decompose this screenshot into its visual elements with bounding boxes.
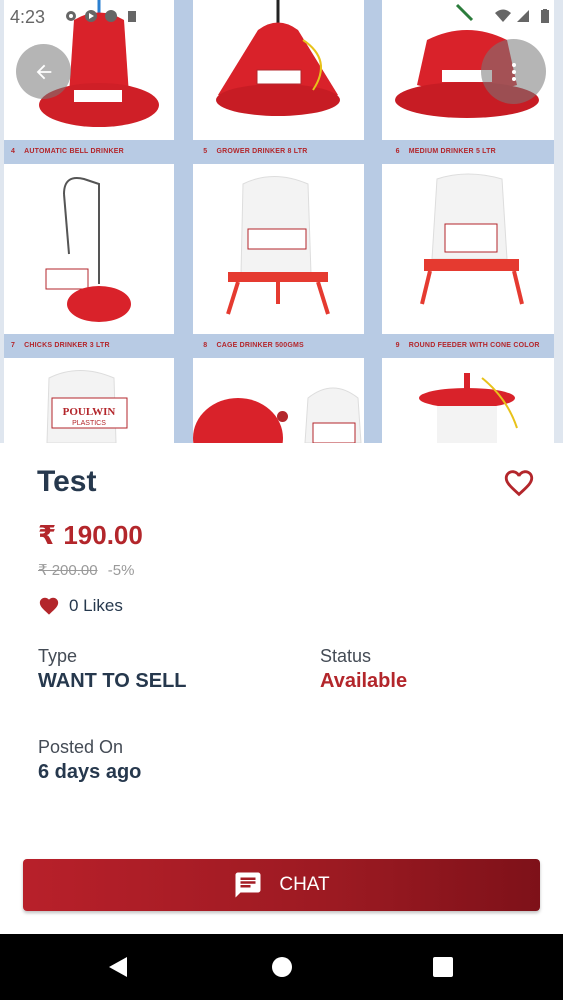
heart-outline-icon <box>504 470 534 497</box>
chat-button-label: CHAT <box>279 874 330 895</box>
original-price: ₹ 200.00 <box>38 562 98 579</box>
status-value: Available <box>320 670 408 692</box>
product-photo-chicks-drinker <box>4 164 174 334</box>
chat-icon <box>235 872 261 898</box>
arrow-back-icon <box>36 64 51 79</box>
product-photo-cage-drinker <box>193 164 364 334</box>
system-navigation-bar <box>0 934 563 1000</box>
product-title: Test <box>37 465 97 498</box>
catalog-image: 4 Automatic Bell Drinker 5 Grower Drinke… <box>4 0 554 443</box>
settings-icon <box>66 11 76 21</box>
nav-back-button[interactable] <box>88 934 148 1000</box>
caption-number: 6 <box>395 148 400 155</box>
original-price-row: ₹ 200.00 -5% <box>38 561 134 579</box>
chat-button[interactable]: CHAT <box>23 859 540 911</box>
posted-on-label: Posted On <box>38 737 124 757</box>
likes-row: 0 Likes <box>38 595 123 617</box>
caption-text: Round Feeder with Cone Color <box>408 342 540 349</box>
product-photo-round-feeder <box>382 164 554 334</box>
caption-text: Grower Drinker 8 Ltr <box>216 148 308 155</box>
caption-text: Automatic Bell Drinker <box>24 148 124 155</box>
caption-text: Cage Drinker 500Gms <box>216 342 304 349</box>
wifi-icon <box>495 9 511 22</box>
product-price: ₹ 190.00 <box>38 520 143 550</box>
discount-badge: -5% <box>107 562 135 579</box>
posted-on-value: 6 days ago <box>38 761 142 783</box>
caption-text: Chicks Drinker 3 Ltr <box>24 342 110 349</box>
carousel-indicator-dot[interactable] <box>277 411 288 422</box>
nav-back-icon <box>109 957 127 977</box>
status-time: 4:23 <box>10 7 46 27</box>
sd-card-icon <box>128 11 136 22</box>
status-label: Status <box>320 646 372 666</box>
caption-text: Medium Drinker 5 Ltr <box>408 148 496 155</box>
caption-number: 5 <box>203 148 208 155</box>
product-photo-feeder-cone <box>382 358 554 443</box>
caption-number: 9 <box>395 342 400 349</box>
nav-recents-icon <box>433 957 453 977</box>
caption-number: 4 <box>10 148 16 155</box>
play-icon <box>85 10 97 22</box>
more-vert-icon <box>511 62 516 81</box>
type-label: Type <box>38 646 78 666</box>
product-photo-pan-feeder <box>193 358 364 443</box>
nav-home-button[interactable] <box>252 934 312 1000</box>
battery-icon <box>541 9 549 23</box>
signal-icon <box>517 10 529 22</box>
caption-number: 7 <box>10 342 16 349</box>
more-options-button[interactable] <box>481 39 546 104</box>
product-photo-feeder-top: POULWIN PLASTICS <box>4 358 174 443</box>
status-bar: 4:23 <box>0 0 563 34</box>
caption-number: 8 <box>203 342 208 349</box>
heart-filled-icon <box>39 597 59 615</box>
favorite-button[interactable] <box>502 466 536 500</box>
brand-logo-text: POULWIN <box>63 406 116 418</box>
shield-icon <box>105 10 117 22</box>
brand-logo-sub: PLASTICS <box>72 420 106 427</box>
type-value: WANT TO SELL <box>38 670 187 692</box>
nav-home-icon <box>272 957 292 977</box>
product-image-carousel[interactable]: 4 Automatic Bell Drinker 5 Grower Drinke… <box>0 0 563 443</box>
likes-count: 0 Likes <box>69 596 123 615</box>
nav-recents-button[interactable] <box>413 934 473 1000</box>
back-button[interactable] <box>16 44 71 99</box>
